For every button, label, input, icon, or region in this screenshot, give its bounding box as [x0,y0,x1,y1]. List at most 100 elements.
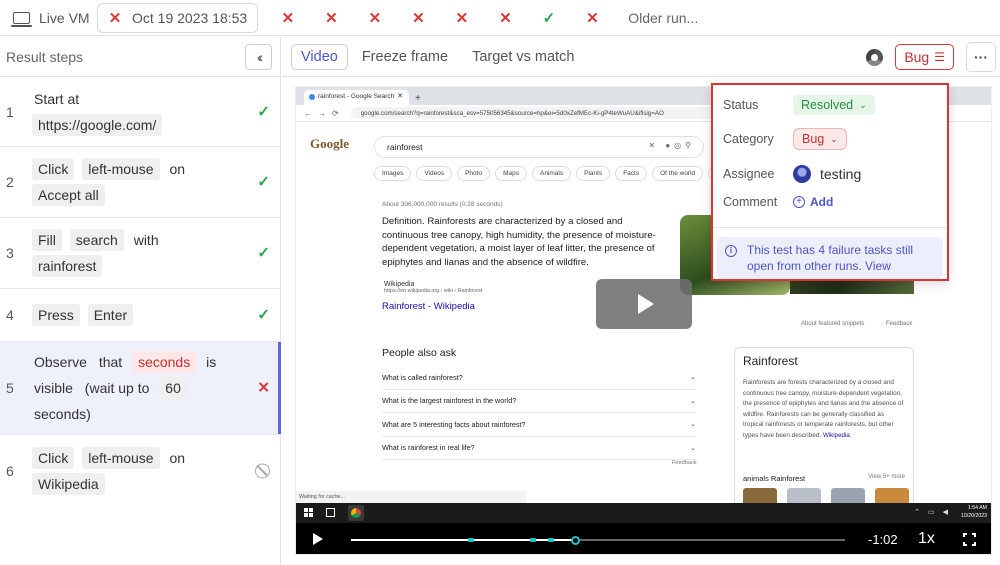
ellipsis-icon: ··· [974,49,988,65]
browser-chrome-icon [866,48,884,66]
older-runs-button[interactable]: Older run... [614,3,698,33]
step-value-chip: rainforest [32,255,103,277]
tab-freeze-frame[interactable]: Freeze frame [352,44,458,70]
tab-video[interactable]: Video [291,43,348,70]
fail-x-icon: ✕ [281,9,295,27]
step-4[interactable]: 4 Press Enter ✓ [0,289,280,342]
more-options-button[interactable]: ··· [966,42,996,72]
google-filter-chips: Images Videos Photo Maps Animals Plants Facts O… [374,166,745,181]
step-text: Observe that seconds is visible (wait up… [30,349,280,427]
step-text: Click left-mouse on Accept all [30,156,280,208]
step-word: seconds) [34,406,91,422]
google-filter-chip: Videos [416,166,453,181]
failure-marker[interactable] [548,538,555,542]
failure-info-banner[interactable]: i This test has 4 failure tasks still op… [717,237,943,279]
step-number: 4 [6,307,14,323]
fullscreen-icon[interactable] [962,532,977,547]
chevron-down-icon: ⌄ [690,397,696,405]
step-6[interactable]: 6 Click left-mouse on Wikipedia [0,435,280,506]
seek-bar-progress [351,539,576,541]
paa-question: What are 5 interesting facts about rainf… [382,419,526,429]
task-view-icon [326,508,335,517]
google-search-box: rainforest ✕ ●◎⚲ [374,136,704,158]
browser-nav-icons: ←→⟳ [304,108,345,118]
browser-tab-title: rainforest - Google Search [318,93,395,100]
step-key-chip: Enter [87,304,134,326]
step-3[interactable]: 3 Fill search with rainforest ✓ [0,218,280,289]
step-2[interactable]: 2 Click left-mouse on Accept all ✓ [0,147,280,218]
past-run-button[interactable]: ✕ [484,3,528,33]
playback-speed-button[interactable]: 1x [918,530,935,548]
seek-knob[interactable] [571,535,581,545]
time-remaining: -1:02 [868,532,898,547]
step-text: Press Enter [30,302,280,328]
current-run-label: Oct 19 2023 18:53 [132,9,248,26]
wiki-result-link: Rainforest - Wikipedia [382,301,475,312]
google-doodle-logo: Google [310,136,349,151]
clock-time: 1:54 AM [967,505,987,511]
step-number: 2 [6,174,14,190]
paa-question: What is rainforest in real life? [382,443,475,453]
step-number: 5 [6,380,14,396]
collapse-panel-button[interactable]: ‹‹ [245,43,272,70]
past-run-button[interactable]: ✕ [571,3,615,33]
chevron-down-icon: ⌄ [690,421,696,429]
bug-label: Bug [904,49,930,65]
tab-target-vs-match[interactable]: Target vs match [462,44,584,70]
step-status: ✓ [257,102,270,121]
google-search-query: rainforest [387,142,423,152]
taskbar-clock: 1:54 AM 10/20/2023 [961,505,987,520]
check-icon: ✓ [257,173,270,191]
step-status: ✓ [257,306,270,325]
step-word: visible [34,380,73,396]
about-featured-snippets: About featured snippets [801,321,865,327]
step-action-chip: Click [32,158,75,180]
past-run-button[interactable]: ✕ [353,3,397,33]
seek-bar[interactable] [351,535,845,545]
category-label: Category [723,132,774,146]
close-icon: ✕ [397,93,403,100]
past-run-button[interactable]: ✕ [266,3,310,33]
google-filter-chip: Photo [457,166,491,181]
category-dropdown[interactable]: Bug ⌄ [793,128,847,150]
failure-marker[interactable] [467,538,474,542]
avatar [793,165,811,183]
step-word: is [206,354,217,370]
past-run-button[interactable]: ✕ [397,3,441,33]
result-steps-title: Result steps [6,48,84,65]
system-tray-icons: ⌃ ▭ ◀ [914,509,951,516]
check-icon: ✓ [257,306,270,324]
step-target-chip: left-mouse [82,158,160,180]
status-dropdown[interactable]: Resolved ⌄ [793,95,875,115]
bug-button[interactable]: Bug ☰ [895,44,954,70]
plus-circle-icon: + [793,196,805,208]
step-status: ✓ [257,173,270,192]
failure-marker[interactable] [530,538,537,542]
play-overlay-button[interactable] [596,279,692,329]
current-run-tab[interactable]: ✕ Oct 19 2023 18:53 [97,2,259,33]
assignee-label: Assignee [723,167,775,181]
snippet-feedback: Feedback [886,321,913,327]
play-button-icon[interactable] [313,533,323,545]
step-5[interactable]: 5 Observe that seconds is visible (wait … [0,342,281,435]
past-run-button[interactable]: ✕ [310,3,354,33]
past-run-button[interactable]: ✕ [440,3,484,33]
step-1[interactable]: 1 Start at https://google.com/ ✓ [0,77,280,147]
google-filter-chip: Images [374,166,412,181]
past-run-button[interactable]: ✓ [527,3,571,33]
paa-item: What is called rainforest? ⌄ [382,366,696,390]
play-icon [638,294,654,314]
step-url-chip: https://google.com/ [32,113,163,136]
add-comment-button[interactable]: + Add [793,195,833,209]
google-filter-chip: Of the world [652,166,704,181]
assignee-value[interactable]: testing [820,166,861,182]
step-word: Start at [34,90,80,107]
step-action-chip: Fill [32,229,62,251]
knowledge-panel: Rainforest Rainforests are forests chara… [734,347,914,508]
windows-taskbar: ⌃ ▭ ◀ 1:54 AM 10/20/2023 [296,503,991,523]
result-steps-panel: Result steps ‹‹ 1 Start at https://googl… [0,37,281,565]
step-number: 1 [6,103,14,120]
knowledge-panel-text: Rainforests are forests characterized by… [743,378,905,441]
live-vm-tab[interactable]: Live VM [0,3,97,33]
step-wait-chip: 60 [159,377,187,399]
